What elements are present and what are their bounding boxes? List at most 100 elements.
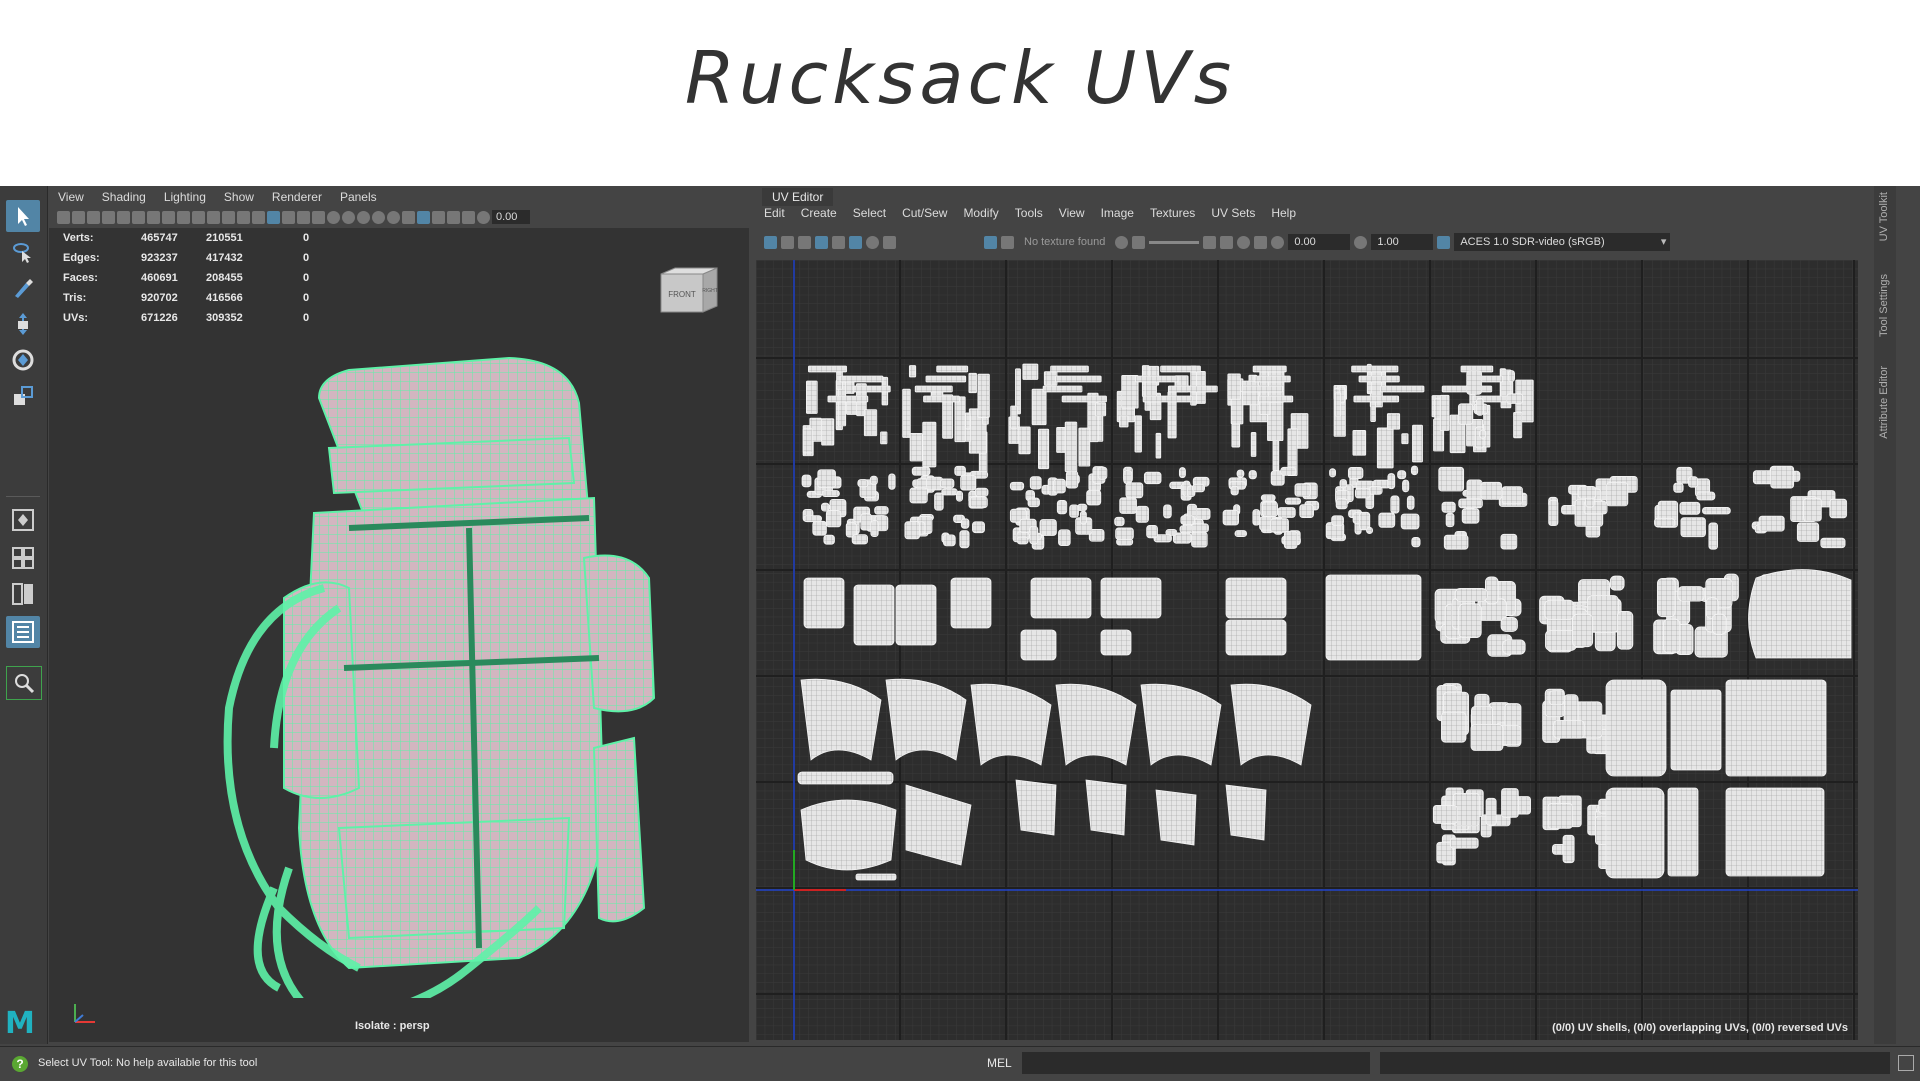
uv-shell[interactable]: [1454, 587, 1488, 602]
uv-rgb-channel-icon[interactable]: [1115, 235, 1129, 249]
safe-title-icon[interactable]: [237, 210, 250, 224]
uv-shell[interactable]: [940, 478, 955, 489]
uv-shell[interactable]: [888, 473, 896, 490]
uv-shell[interactable]: [922, 421, 937, 468]
uv-shell[interactable]: [1548, 499, 1559, 527]
uv-shell[interactable]: [1562, 834, 1575, 864]
uv-shell[interactable]: [1095, 402, 1107, 417]
ambient-occlusion-icon[interactable]: [357, 210, 370, 224]
uv-shell[interactable]: [1100, 629, 1132, 656]
uv-shell[interactable]: [1284, 497, 1302, 505]
uv-shell[interactable]: [1606, 482, 1629, 507]
uv-shell[interactable]: [1577, 486, 1597, 499]
uv-shell[interactable]: [803, 577, 845, 629]
exposure-field[interactable]: 0.00: [492, 210, 530, 224]
uv-shell[interactable]: [1167, 385, 1218, 393]
uv-shell[interactable]: [1500, 533, 1518, 550]
uv-editor-tab[interactable]: UV Editor: [762, 188, 834, 206]
uv-shell[interactable]: [1711, 613, 1727, 635]
uv-shell[interactable]: [1401, 433, 1409, 445]
uv-shell[interactable]: [797, 771, 894, 785]
move-tool-icon[interactable]: [6, 308, 40, 340]
uv-shell[interactable]: [1438, 466, 1465, 492]
uv-shell[interactable]: [1479, 429, 1487, 439]
uv-shell[interactable]: [895, 584, 937, 646]
uv-shell[interactable]: [1461, 508, 1480, 524]
uv-shell[interactable]: [1458, 498, 1483, 509]
uv-shell[interactable]: [1086, 489, 1102, 506]
wireframe-on-shaded-icon[interactable]: [297, 210, 310, 224]
uv-shell[interactable]: [974, 487, 989, 497]
uv-shell[interactable]: [968, 372, 977, 394]
uv-shell[interactable]: [1725, 679, 1827, 777]
uv-shell[interactable]: [909, 487, 928, 504]
uv-shell[interactable]: [941, 488, 958, 496]
uv-shell[interactable]: [936, 365, 969, 373]
uv-shell[interactable]: [1484, 576, 1499, 605]
uv-shell[interactable]: [1042, 385, 1083, 393]
uv-shell[interactable]: [1354, 487, 1371, 499]
uv-shell[interactable]: [853, 385, 891, 393]
mel-label[interactable]: MEL: [987, 1056, 1012, 1070]
uv-shell[interactable]: [1191, 523, 1209, 533]
lights-icon[interactable]: [327, 210, 340, 224]
gate-mask-icon[interactable]: [192, 210, 205, 224]
rucksack-mesh[interactable]: [49, 228, 749, 998]
menu-show[interactable]: Show: [215, 190, 263, 206]
uv-shell[interactable]: [1358, 375, 1400, 383]
menu-renderer[interactable]: Renderer: [263, 190, 331, 206]
uv-shell[interactable]: [959, 530, 970, 549]
uv-shell[interactable]: [1507, 370, 1515, 383]
uv-shell[interactable]: [923, 395, 960, 403]
uv-shell[interactable]: [1119, 497, 1137, 514]
uv-shell[interactable]: [1119, 415, 1129, 428]
uv-shell[interactable]: [1085, 779, 1127, 836]
safe-action-icon[interactable]: [222, 210, 235, 224]
uv-shell[interactable]: [1010, 405, 1018, 429]
color-space-dropdown[interactable]: ACES 1.0 SDR-video (sRGB) ▾: [1454, 233, 1671, 251]
uv-shell[interactable]: [1056, 500, 1068, 515]
uv-view[interactable]: (0/0) UV shells, (0/0) overlapping UVs, …: [756, 260, 1858, 1040]
uv-menu-select[interactable]: Select: [845, 206, 894, 220]
uv-shell[interactable]: [1260, 494, 1276, 502]
outliner-layout-icon[interactable]: [6, 616, 40, 648]
uv-shell[interactable]: [1380, 385, 1425, 393]
uv-shell[interactable]: [1241, 385, 1283, 393]
xray-icon[interactable]: [432, 210, 445, 224]
uv-shell[interactable]: [1673, 482, 1684, 493]
uv-shell[interactable]: [1135, 375, 1179, 383]
uv-shell[interactable]: [1225, 619, 1287, 656]
uv-shell[interactable]: [1670, 689, 1722, 771]
uv-shell[interactable]: [1252, 509, 1261, 526]
uv-shell[interactable]: [1160, 365, 1201, 373]
uv-shell[interactable]: [1191, 531, 1208, 548]
resolution-gate-icon[interactable]: [177, 210, 190, 224]
uv-shell[interactable]: [1146, 524, 1158, 539]
uv-shell[interactable]: [1480, 481, 1503, 500]
uv-shell[interactable]: [1654, 517, 1675, 528]
uv-shell[interactable]: [1283, 530, 1298, 549]
uv-shaded-icon[interactable]: [764, 235, 777, 249]
uv-shell[interactable]: [1696, 491, 1716, 501]
perspective-viewport[interactable]: Verts: 465747 210551 0 Edges: 923237 417432 0 …: [49, 228, 749, 1042]
uv-exposure-field[interactable]: 0.00: [1288, 234, 1351, 250]
uv-checker-icon[interactable]: [798, 235, 811, 249]
exposure-icon[interactable]: [477, 210, 490, 224]
scale-tool-icon[interactable]: [6, 380, 40, 412]
uv-shell[interactable]: [1097, 466, 1108, 480]
uv-shell[interactable]: [1016, 536, 1029, 545]
uv-shell[interactable]: [1432, 805, 1458, 824]
uv-shell[interactable]: [1015, 779, 1057, 836]
uv-shell[interactable]: [934, 492, 944, 511]
uv-shell[interactable]: [1050, 365, 1089, 373]
uv-shell[interactable]: [1009, 481, 1025, 491]
uv-shell[interactable]: [1457, 403, 1474, 425]
uv-shell[interactable]: [802, 428, 813, 454]
uv-shell[interactable]: [1039, 519, 1057, 536]
uv-shell[interactable]: [1563, 694, 1579, 725]
uv-shell[interactable]: [1250, 432, 1257, 457]
uv-shell[interactable]: [1616, 610, 1634, 650]
uv-shell[interactable]: [853, 584, 895, 646]
uv-shell[interactable]: [1370, 400, 1376, 422]
uv-snap-icon[interactable]: [849, 235, 862, 249]
